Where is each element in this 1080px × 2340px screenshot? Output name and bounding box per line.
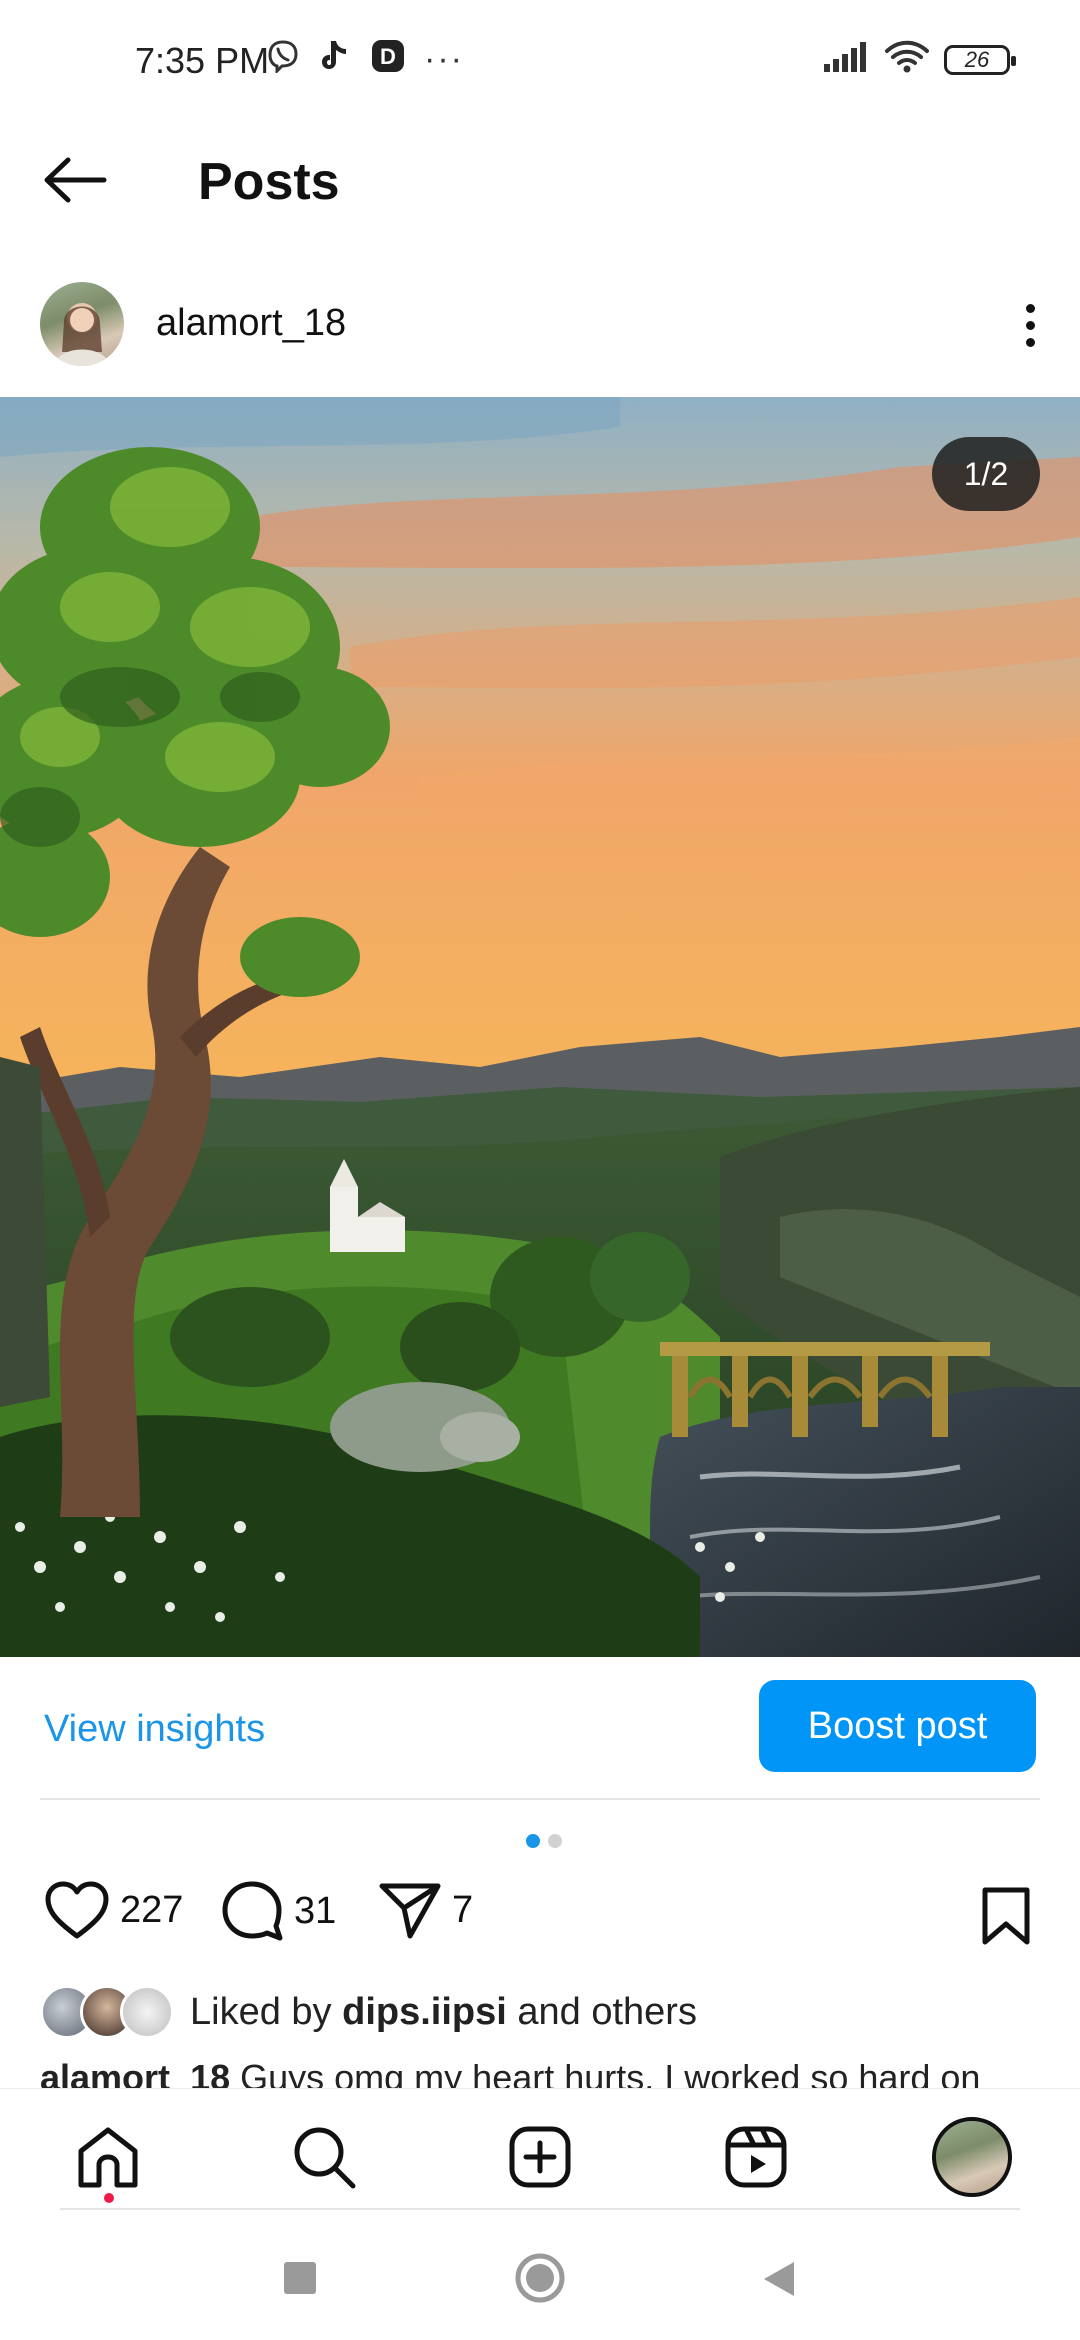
boost-post-button[interactable]: Boost post	[759, 1680, 1036, 1772]
home-icon	[78, 2127, 138, 2188]
likes-count: 227	[120, 1888, 184, 1931]
battery-indicator: 26	[944, 44, 1016, 75]
viber-icon	[266, 39, 300, 78]
insights-row: View insights Boost post	[0, 1680, 1080, 1800]
circle-icon	[515, 2253, 565, 2303]
app-d-icon: D	[370, 38, 406, 79]
square-icon	[284, 2262, 316, 2294]
caption-username[interactable]: alamort_18	[40, 2057, 230, 2090]
status-left-icons: D ···	[266, 38, 464, 79]
comment-action[interactable]: 31	[220, 1880, 336, 1942]
battery-level: 26	[964, 46, 990, 72]
caption[interactable]: alamort_18 Guys omg my heart hurts. I wo…	[40, 2056, 1050, 2090]
dot-icon	[1025, 337, 1035, 347]
more-dots-icon: ···	[424, 39, 464, 78]
page-title: Posts	[198, 153, 340, 211]
nav-search[interactable]	[286, 2119, 362, 2195]
send-icon	[379, 1883, 441, 1939]
notification-dot	[104, 2193, 114, 2203]
save-button[interactable]	[980, 1886, 1032, 1951]
liked-by-suffix: and others	[517, 1990, 697, 2033]
top-header: Posts	[0, 120, 1080, 240]
avatar	[120, 1985, 174, 2039]
avatar[interactable]	[40, 282, 124, 366]
carousel-dot-active	[526, 1834, 540, 1848]
back-system-button[interactable]	[760, 2260, 796, 2298]
wifi-icon	[884, 40, 930, 79]
landscape-painting	[0, 397, 1080, 1657]
dot-icon	[1025, 320, 1035, 330]
bottom-navigation	[0, 2088, 1080, 2208]
nav-create[interactable]	[502, 2119, 578, 2195]
share-action[interactable]: 7	[378, 1880, 473, 1940]
status-right-icons: 26	[822, 40, 1016, 79]
bookmark-icon	[982, 1887, 1030, 1945]
carousel-indicator	[526, 1834, 562, 1848]
nav-profile[interactable]	[930, 2115, 1014, 2199]
liked-avatars	[40, 1985, 176, 2039]
tiktok-icon	[318, 38, 352, 79]
divider	[40, 1798, 1040, 1800]
liked-by-row[interactable]: Liked by dips.iipsi and others	[40, 1982, 697, 2042]
like-action[interactable]: 227	[44, 1880, 183, 1940]
carousel-dot	[548, 1834, 562, 1848]
back-button[interactable]	[40, 150, 110, 210]
triangle-back-icon	[764, 2262, 794, 2296]
post-header: alamort_18	[0, 270, 1080, 380]
caption-text: Guys omg my heart hurts. I worked so har…	[240, 2057, 981, 2090]
search-icon	[294, 2127, 356, 2189]
nav-reels[interactable]	[718, 2119, 794, 2195]
image-counter-badge: 1/2	[932, 437, 1040, 511]
comment-icon	[222, 1881, 283, 1941]
back-arrow-icon	[44, 157, 107, 203]
shares-count: 7	[452, 1888, 474, 1931]
signal-icon	[822, 42, 870, 77]
engagement-row: 227 31 7	[0, 1880, 1080, 1960]
post-image[interactable]: 1/2	[0, 397, 1080, 1657]
home-system-button[interactable]	[514, 2252, 566, 2304]
post-username[interactable]: alamort_18	[156, 302, 346, 345]
comments-count: 31	[294, 1889, 337, 1932]
dot-icon	[1025, 303, 1035, 313]
svg-text:D: D	[380, 44, 396, 69]
system-navigation	[0, 2220, 1080, 2340]
liked-by-user[interactable]: dips.iipsi	[342, 1991, 507, 2033]
more-options-button[interactable]	[1010, 290, 1050, 360]
status-bar: 7:35 PM D ··· 26	[0, 0, 1080, 120]
divider	[60, 2208, 1020, 2210]
create-icon	[509, 2126, 571, 2188]
reels-icon	[725, 2126, 787, 2188]
view-insights-link[interactable]: View insights	[44, 1708, 265, 1751]
liked-by-text: Liked by dips.iipsi and others	[190, 1991, 697, 2034]
recents-button[interactable]	[282, 2260, 318, 2296]
nav-home[interactable]	[70, 2119, 146, 2195]
liked-by-prefix: Liked by	[190, 1990, 332, 2033]
status-time: 7:35 PM	[135, 40, 270, 81]
heart-icon	[45, 1881, 109, 1939]
profile-avatar	[932, 2117, 1012, 2197]
